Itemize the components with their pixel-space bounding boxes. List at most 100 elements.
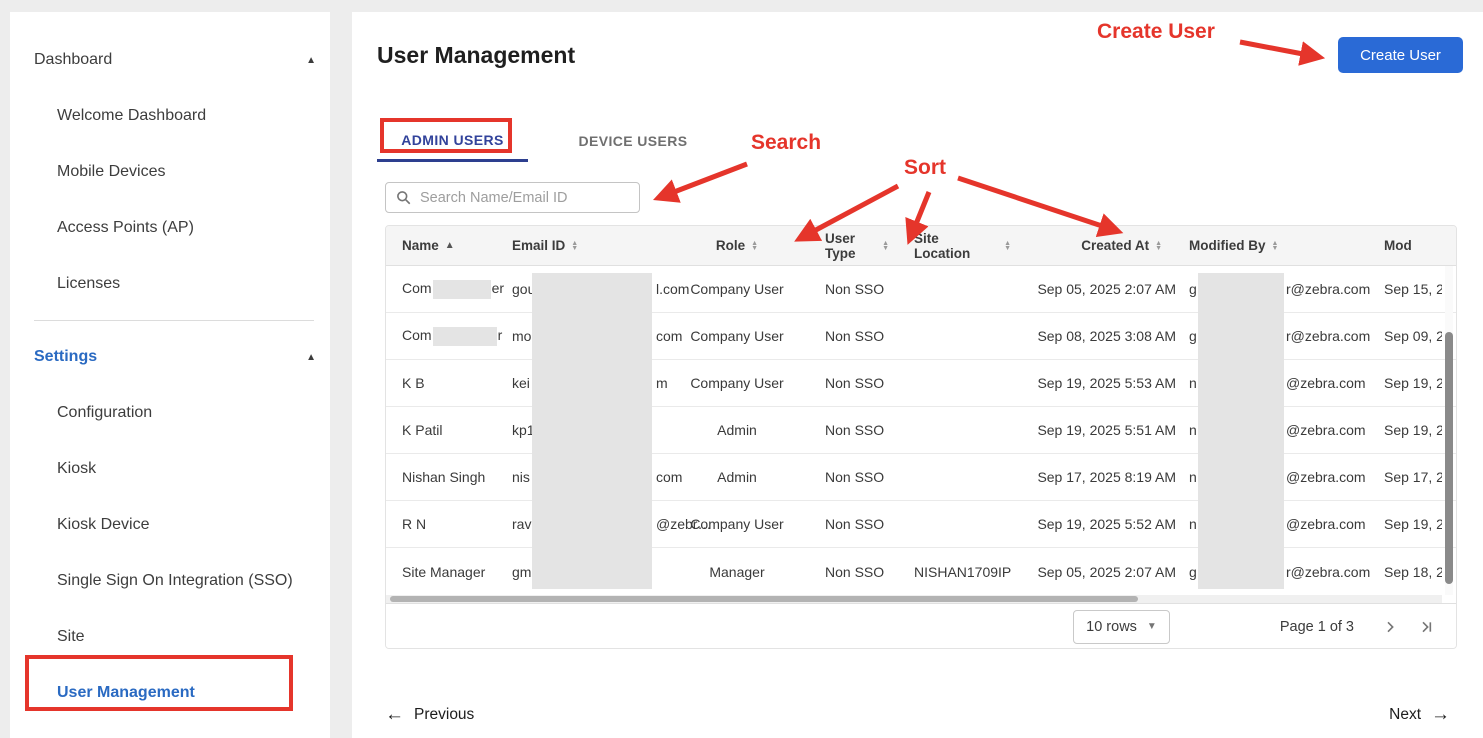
sidebar-divider: [34, 320, 314, 321]
cell-user-type: Non SSO: [797, 422, 889, 438]
redaction-box: [433, 280, 491, 299]
column-header-modified-at-clipped[interactable]: Mod: [1361, 238, 1442, 253]
pagination-bar: 10 rows ▼ Page 1 of 3: [386, 603, 1456, 649]
cell-user-type: Non SSO: [797, 328, 889, 344]
sidebar-item-enrollment[interactable]: Enrollment: [10, 721, 330, 738]
sidebar-item-configuration[interactable]: Configuration: [10, 385, 330, 441]
sort-icon: ▲▼: [751, 241, 758, 251]
horizontal-scrollbar-thumb[interactable]: [390, 596, 1138, 602]
previous-button[interactable]: ← Previous: [385, 704, 474, 726]
collapse-caret-icon[interactable]: ▲: [306, 352, 316, 363]
cell-created-at: Sep 19, 2025 5:53 AM: [1011, 375, 1176, 391]
sidebar-item-kiosk[interactable]: Kiosk: [10, 441, 330, 497]
tab-device-users[interactable]: DEVICE USERS: [558, 120, 708, 162]
rows-per-page-select[interactable]: 10 rows ▼: [1073, 610, 1170, 644]
sidebar-item-settings[interactable]: Settings ▲: [10, 329, 330, 385]
cell-name: R N: [402, 516, 512, 532]
sidebar-item-label: Kiosk Device: [57, 516, 149, 534]
vertical-scrollbar[interactable]: [1445, 266, 1453, 595]
sidebar-item-sso[interactable]: Single Sign On Integration (SSO): [10, 553, 330, 609]
sidebar-item-user-management[interactable]: User Management: [10, 665, 330, 721]
sidebar-item-dashboard[interactable]: Dashboard ▲: [10, 32, 330, 88]
next-button[interactable]: Next →: [1389, 704, 1450, 726]
column-header-site-location[interactable]: Site Location▲▼: [889, 231, 1011, 261]
page-indicator: Page 1 of 3: [1280, 619, 1354, 635]
cell-created-at: Sep 19, 2025 5:52 AM: [1011, 516, 1176, 532]
search-icon: [396, 190, 411, 205]
sidebar: Dashboard ▲ Welcome Dashboard Mobile Dev…: [10, 12, 330, 738]
previous-label: Previous: [414, 706, 474, 724]
sort-icon: ▲▼: [1004, 241, 1011, 251]
sidebar-item-label: Configuration: [57, 404, 152, 422]
arrow-left-icon: ←: [385, 704, 404, 726]
cell-modified-at: Sep 19, 2: [1361, 422, 1442, 438]
next-page-icon[interactable]: [1382, 619, 1398, 635]
column-header-created-at[interactable]: Created At▲▼: [1011, 238, 1176, 253]
cell-role: Admin: [677, 422, 797, 438]
cell-name: K Patil: [402, 422, 512, 438]
search-input[interactable]: [420, 190, 620, 206]
redaction-box: [433, 327, 497, 346]
sidebar-item-label: Licenses: [57, 275, 120, 293]
column-header-email[interactable]: Email ID▲▼: [512, 238, 677, 253]
column-header-user-type[interactable]: User Type▲▼: [797, 231, 889, 261]
sidebar-item-label: Kiosk: [57, 460, 96, 478]
sidebar-item-access-points[interactable]: Access Points (AP): [10, 200, 330, 256]
sidebar-item-label: Mobile Devices: [57, 163, 165, 181]
cell-name: Comr: [402, 327, 512, 346]
table-header-row: Name▲ Email ID▲▼ Role▲▼ User Type▲▼ Site…: [386, 226, 1456, 266]
search-box[interactable]: [385, 182, 640, 213]
last-page-icon[interactable]: [1418, 619, 1436, 635]
sidebar-item-welcome-dashboard[interactable]: Welcome Dashboard: [10, 88, 330, 144]
cell-user-type: Non SSO: [797, 281, 889, 297]
cell-created-at: Sep 19, 2025 5:51 AM: [1011, 422, 1176, 438]
cell-modified-at: Sep 15, 2: [1361, 281, 1442, 297]
main-content: User Management Create User ADMIN USERS …: [352, 12, 1483, 738]
cell-role: Company User: [677, 375, 797, 391]
redaction-box-email-column: [532, 273, 652, 589]
cell-modified-at: Sep 17, 2: [1361, 469, 1442, 485]
cell-role: Manager: [677, 564, 797, 580]
sidebar-item-label: Welcome Dashboard: [57, 107, 206, 125]
sidebar-item-mobile-devices[interactable]: Mobile Devices: [10, 144, 330, 200]
sort-icon: ▲▼: [882, 241, 889, 251]
create-user-button[interactable]: Create User: [1338, 37, 1463, 73]
column-header-name[interactable]: Name▲: [402, 238, 512, 253]
cell-user-type: Non SSO: [797, 469, 889, 485]
cell-role: Company User: [677, 516, 797, 532]
cell-created-at: Sep 08, 2025 3:08 AM: [1011, 328, 1176, 344]
cell-name: Nishan Singh: [402, 469, 512, 485]
sidebar-item-label: User Management: [57, 684, 195, 702]
sidebar-item-label: Settings: [34, 348, 97, 366]
sidebar-item-site[interactable]: Site: [10, 609, 330, 665]
sort-icon: ▲▼: [1155, 241, 1162, 251]
arrow-right-icon: →: [1431, 704, 1450, 726]
cell-modified-at: Sep 18, 2: [1361, 564, 1442, 580]
cell-user-type: Non SSO: [797, 375, 889, 391]
vertical-scrollbar-thumb[interactable]: [1445, 332, 1453, 584]
cell-created-at: Sep 05, 2025 2:07 AM: [1011, 564, 1176, 580]
cell-user-type: Non SSO: [797, 564, 889, 580]
sidebar-item-label: Single Sign On Integration (SSO): [57, 572, 293, 590]
redaction-box-modified-by-column: [1198, 273, 1284, 589]
column-header-role[interactable]: Role▲▼: [677, 238, 797, 253]
cell-user-type: Non SSO: [797, 516, 889, 532]
sidebar-item-licenses[interactable]: Licenses: [10, 256, 330, 312]
cell-role: Company User: [677, 281, 797, 297]
sidebar-item-kiosk-device[interactable]: Kiosk Device: [10, 497, 330, 553]
page: Dashboard ▲ Welcome Dashboard Mobile Dev…: [0, 0, 1483, 738]
cell-role: Company User: [677, 328, 797, 344]
tab-bar: ADMIN USERS DEVICE USERS: [377, 120, 708, 162]
tab-admin-users[interactable]: ADMIN USERS: [377, 120, 528, 162]
cell-created-at: Sep 05, 2025 2:07 AM: [1011, 281, 1176, 297]
cell-name: K B: [402, 375, 512, 391]
footer-navigation: ← Previous Next →: [385, 704, 1450, 726]
collapse-caret-icon[interactable]: ▲: [306, 55, 316, 66]
page-title: User Management: [377, 42, 575, 69]
cell-role: Admin: [677, 469, 797, 485]
cell-site-location: NISHAN1709IP: [889, 564, 1011, 580]
sidebar-item-label: Site: [57, 628, 85, 646]
column-header-modified-by[interactable]: Modified By▲▼: [1176, 238, 1361, 253]
users-table: Name▲ Email ID▲▼ Role▲▼ User Type▲▼ Site…: [385, 225, 1457, 649]
horizontal-scrollbar[interactable]: [386, 595, 1442, 603]
